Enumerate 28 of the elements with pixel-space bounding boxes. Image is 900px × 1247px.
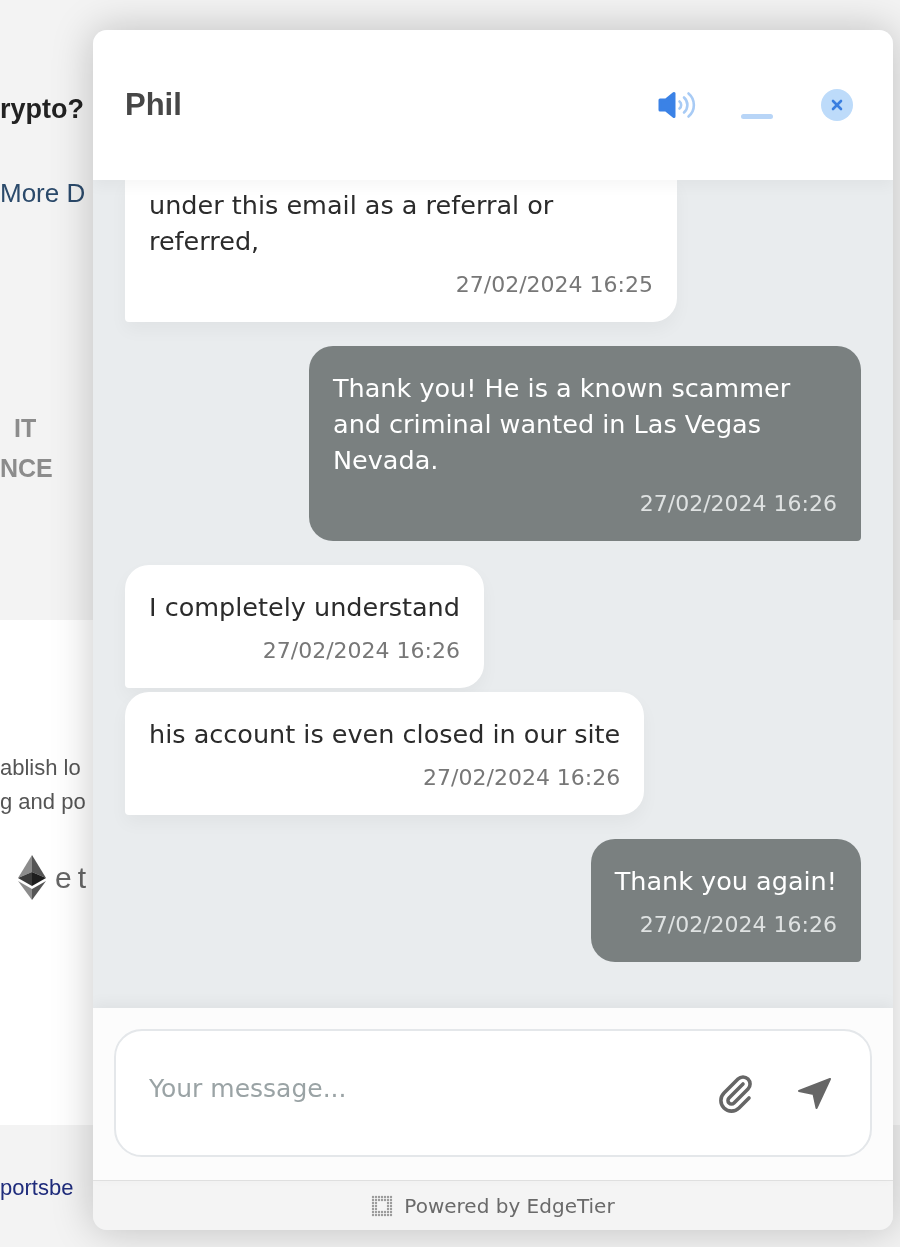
close-icon[interactable]: [821, 89, 853, 121]
send-icon[interactable]: [797, 1076, 832, 1110]
message-time: 27/02/2024 16:25: [454, 271, 653, 299]
banner-text: NCE: [0, 453, 53, 484]
message-time: 27/02/2024 16:26: [638, 490, 837, 518]
message-text: Thank you again!: [614, 865, 837, 898]
banner-text: IT: [14, 413, 37, 444]
diamond-logo-icon: [18, 855, 46, 900]
dotted-square-logo-icon: [371, 1194, 394, 1217]
speaker-icon[interactable]: [657, 91, 697, 119]
page-link[interactable]: More D: [0, 177, 86, 209]
page-heading: rypto?: [0, 94, 84, 124]
message-input[interactable]: Your message...: [149, 1031, 716, 1155]
message-text: Thank you! He is a known scammer and criminal wanted in Las Vegas Nevada.: [333, 372, 792, 477]
message-time: 27/02/2024 16:26: [638, 911, 837, 939]
message-text: his account is even closed in our site: [149, 718, 621, 751]
message-box[interactable]: Your message...: [114, 1029, 872, 1157]
paragraph-text: ablish lo: [0, 754, 81, 782]
message-text: I completely understand: [149, 591, 460, 624]
logo-text: et: [55, 860, 93, 895]
powered-by-text: Powered by EdgeTier: [404, 1192, 615, 1220]
message-time: 27/02/2024 16:26: [261, 637, 460, 665]
paperclip-icon[interactable]: [716, 1072, 754, 1114]
message-time: 27/02/2024 16:26: [422, 764, 621, 792]
message-text: under this email as a referral or referred,: [149, 189, 555, 258]
agent-name: Phil: [125, 85, 182, 124]
footer-link[interactable]: portsbe: [0, 1173, 74, 1203]
paragraph-text: g and po: [0, 788, 86, 816]
